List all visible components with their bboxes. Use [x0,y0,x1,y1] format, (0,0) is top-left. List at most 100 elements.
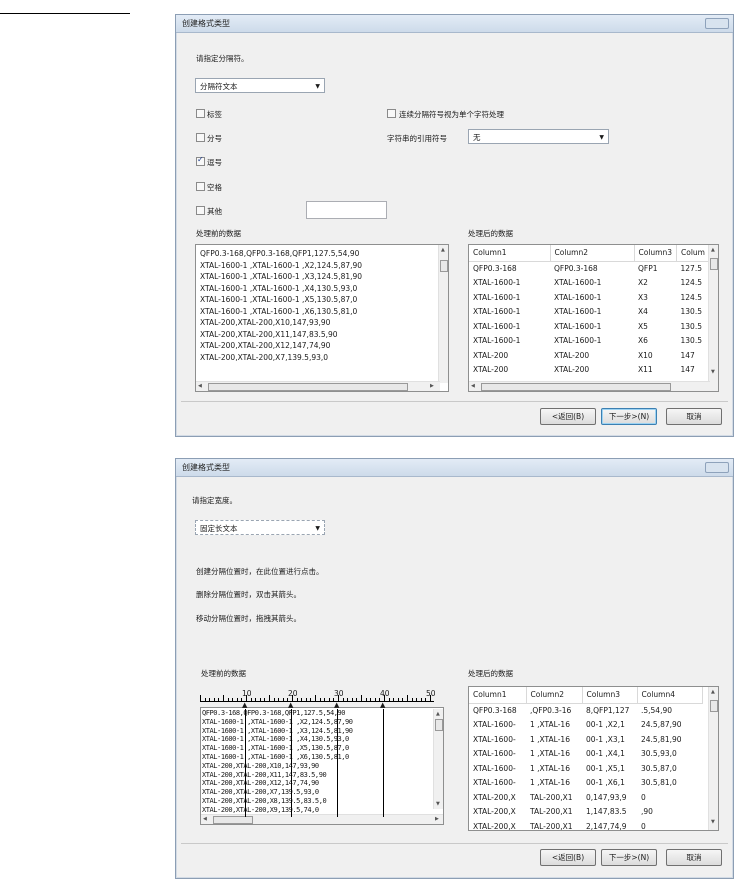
column-header[interactable]: Column1 [469,245,551,262]
format-mode-select[interactable]: 固定长文本 ▼ [195,520,325,535]
ruler-tick [328,698,330,701]
checkbox-icon[interactable] [196,182,205,191]
scroll-up-icon[interactable]: ▲ [711,247,715,253]
preview-line: XTAL-200,XTAL-200,X7,139.5,93,0 [202,788,319,797]
column-header[interactable]: Column2 [526,687,583,704]
scroll-thumb[interactable] [481,383,671,391]
break-arrow-icon[interactable]: ▲ [380,702,385,709]
back-button[interactable]: <返回(B) [540,408,596,425]
table-row: XTAL-1600- 1 ,XTAL-16 00-1 ,X6,1 30.5,81,0 [469,776,702,791]
table-cell: XTAL-1600-1 [554,278,602,288]
cancel-button[interactable]: 取消 [666,849,722,866]
scroll-down-icon[interactable]: ▼ [436,801,440,807]
preview-line: XTAL-1600-1 ,XTAL-1600-1 ,X4,130.5,93,0 [200,283,358,293]
ruler-tick [204,698,206,701]
scroll-left-icon[interactable]: ◀ [203,816,207,822]
scroll-left-icon[interactable]: ◀ [471,383,475,389]
table-cell: 00-1 ,X4,1 [586,749,625,759]
format-mode-value: 固定长文本 [200,524,238,533]
table-cell: XTAL-200,X [473,821,516,831]
checkbox-icon[interactable] [196,109,205,118]
table-cell: 1 ,XTAL-16 [530,749,570,759]
vertical-scrollbar[interactable]: ▲ ▼ [708,245,718,391]
scroll-right-icon[interactable]: ▶ [430,383,434,389]
break-arrow-icon[interactable]: ▲ [334,702,339,709]
ruler-tick [227,698,229,701]
preview-after-label: 处理后的数据 [468,669,513,678]
table-row: XTAL-1600- 1 ,XTAL-16 00-1 ,X2,1 24.5,87,90 [469,718,702,733]
checkbox-label: 空格 [207,183,222,192]
scroll-right-icon[interactable]: ▶ [435,816,439,822]
preview-line: XTAL-1600-1 ,XTAL-1600-1 ,X5,130.5,87,0 [200,295,358,304]
ruler-tick [402,698,404,701]
close-button[interactable] [705,462,729,473]
preview-after-pane[interactable]: Column1 Column2 Column3 Colum QFP0.3-168… [468,244,719,392]
scroll-thumb[interactable] [710,700,718,712]
table-cell: 30.5,81,0 [641,778,677,788]
preview-after-label: 处理后的数据 [468,229,513,238]
column-header[interactable]: Column4 [637,687,703,704]
horizontal-scrollbar[interactable]: ◀ [469,381,710,391]
table-cell: ,90 [641,807,653,817]
vertical-scrollbar[interactable]: ▲ [438,245,448,383]
back-button[interactable]: <返回(B) [540,849,596,866]
preview-before-pane[interactable]: QFP0.3-168,QFP0.3-168,QFP1,127.5,54,90 XT… [200,707,444,825]
preview-line: XTAL-1600-1 ,XTAL-1600-1 ,X3,124.5,81,90 [200,272,363,281]
scroll-thumb[interactable] [208,383,408,391]
table-row: XTAL-200 XTAL-200 X11 147 [469,363,712,378]
preview-line: XTAL-1600-1 ,XTAL-1600-1 ,X6,130.5,81,0 [202,752,349,761]
column-header[interactable]: Column2 [550,245,635,262]
ruler-tick [361,695,362,701]
column-header[interactable]: Column1 [469,687,527,704]
table-cell: 147 [680,350,695,360]
scroll-up-icon[interactable]: ▲ [436,711,440,717]
horizontal-scrollbar[interactable]: ◀ ▶ [201,814,443,824]
checkbox-icon[interactable] [387,109,396,118]
table-cell: X6 [638,336,648,346]
vertical-scrollbar[interactable]: ▲ ▼ [433,709,443,809]
ruler-number: 40 [380,689,390,698]
preview-after-pane[interactable]: Column1 Column2 Column3 Column4 QFP0.3-1… [468,686,719,831]
scroll-thumb[interactable] [435,719,443,731]
scroll-thumb[interactable] [440,260,448,272]
checkbox-icon[interactable] [196,155,205,166]
break-arrow-icon[interactable]: ▲ [242,702,247,709]
ruler-tick [370,698,372,701]
cancel-button[interactable]: 取消 [666,408,722,425]
scroll-down-icon[interactable]: ▼ [711,819,715,825]
scroll-up-icon[interactable]: ▲ [711,689,715,695]
table-row: XTAL-200,X TAL-200,X1 1,147,83.5 ,90 [469,805,702,820]
vertical-scrollbar[interactable]: ▲ ▼ [708,687,718,830]
table-cell: XTAL-1600-1 [473,292,521,302]
checkbox-icon[interactable] [196,206,205,215]
column-header[interactable]: Colum [676,245,712,262]
preview-before-pane[interactable]: QFP0.3-168,QFP0.3-168,QFP1,127.5,54,90 XT… [195,244,449,392]
preview-line: XTAL-200,XTAL-200,X12,147,74,90 [202,779,319,788]
text-qualifier-select[interactable]: 无 ▼ [468,129,609,144]
table-cell: 1 ,XTAL-16 [530,778,570,788]
preview-line: XTAL-200,XTAL-200,X11,147,83.5,90 [202,770,327,779]
table-row: XTAL-1600- 1 ,XTAL-16 00-1 ,X5,1 30.5,87,0 [469,761,702,776]
scroll-thumb[interactable] [213,816,253,824]
checkbox-icon[interactable] [196,133,205,142]
column-header[interactable]: Column3 [582,687,638,704]
format-mode-select[interactable]: 分隔符文本 ▼ [195,78,325,93]
close-button[interactable] [705,18,729,29]
scroll-up-icon[interactable]: ▲ [441,247,445,253]
table-cell: XTAL-200 [554,350,590,360]
checkbox-label: 分号 [207,134,222,143]
next-button[interactable]: 下一步>(N) [601,849,657,866]
text-qualifier-label: 字符串的引用符号 [387,134,447,143]
ruler-tick [420,698,422,701]
scroll-down-icon[interactable]: ▼ [711,369,715,375]
ruler-tick [236,698,238,701]
table-cell: XTAL-1600- [473,734,516,744]
column-header[interactable]: Column3 [634,245,677,262]
other-delimiter-input[interactable] [306,201,387,219]
break-arrow-icon[interactable]: ▲ [288,702,293,709]
scroll-left-icon[interactable]: ◀ [198,383,202,389]
next-button[interactable]: 下一步>(N) [601,408,657,425]
scroll-thumb[interactable] [710,258,718,270]
horizontal-scrollbar[interactable]: ◀ ▶ [196,381,440,391]
preview-after-table: Column1 Column2 Column3 Column4 QFP0.3-1… [469,687,703,831]
